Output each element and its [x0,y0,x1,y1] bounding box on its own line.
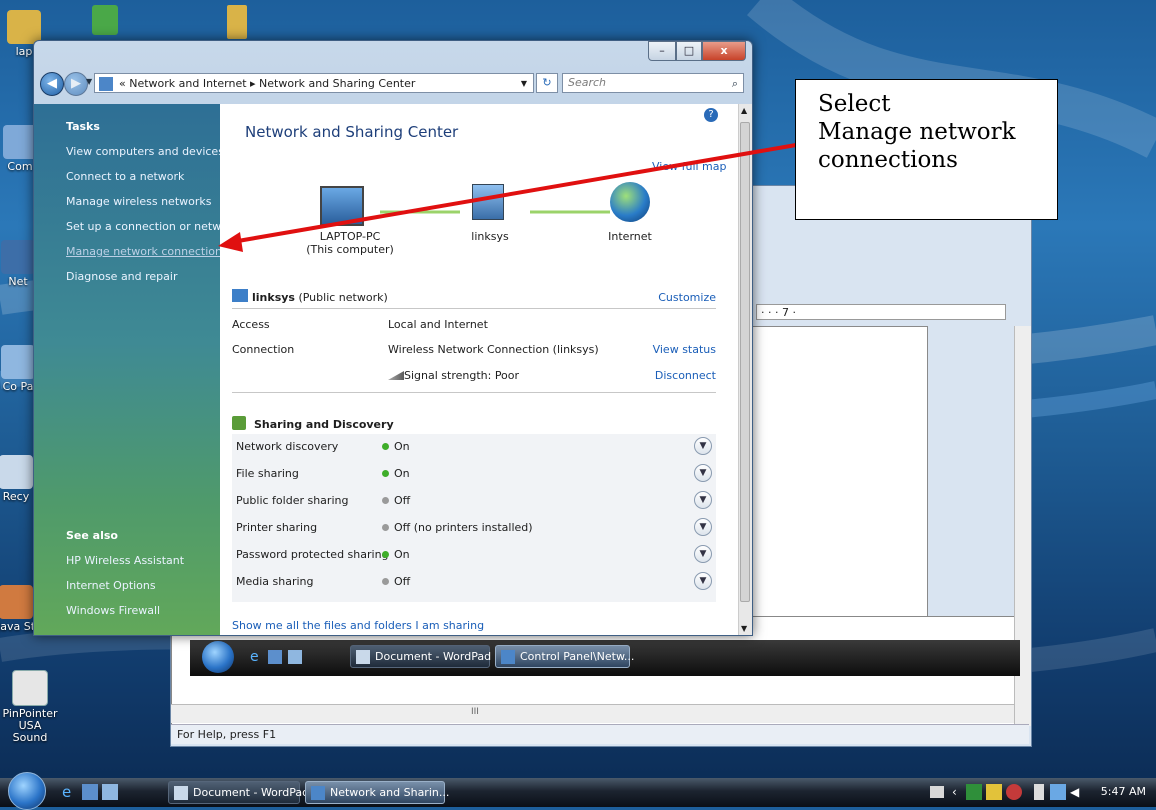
ie-icon[interactable]: e [62,784,78,800]
instruction-callout: Select Manage network connections [795,79,1058,220]
tray-icon-1[interactable] [930,786,944,798]
network-icon [311,786,325,800]
clock[interactable]: 5:47 AM [1101,785,1146,798]
tray-battery-icon[interactable] [1034,784,1044,800]
tray-network-icon[interactable] [1050,784,1066,800]
arrow-head [218,232,243,252]
tray-icon-2[interactable] [966,784,982,800]
taskbar-item-wordpad[interactable]: Document - WordPad [168,781,309,804]
start-button[interactable] [8,772,46,810]
tray-icon-3[interactable] [986,784,1002,800]
arrow-line [231,143,797,244]
wordpad-icon [174,786,188,800]
show-desktop-icon[interactable] [82,784,98,800]
tray-icon-4[interactable] [1006,784,1022,800]
taskbar-item-network[interactable]: Network and Sharin... [305,781,449,804]
switch-windows-icon[interactable] [102,784,118,800]
tray-volume-icon[interactable]: ◀ [1070,784,1086,800]
taskbar: e Document - WordPad Network and Sharin.… [0,772,1156,810]
